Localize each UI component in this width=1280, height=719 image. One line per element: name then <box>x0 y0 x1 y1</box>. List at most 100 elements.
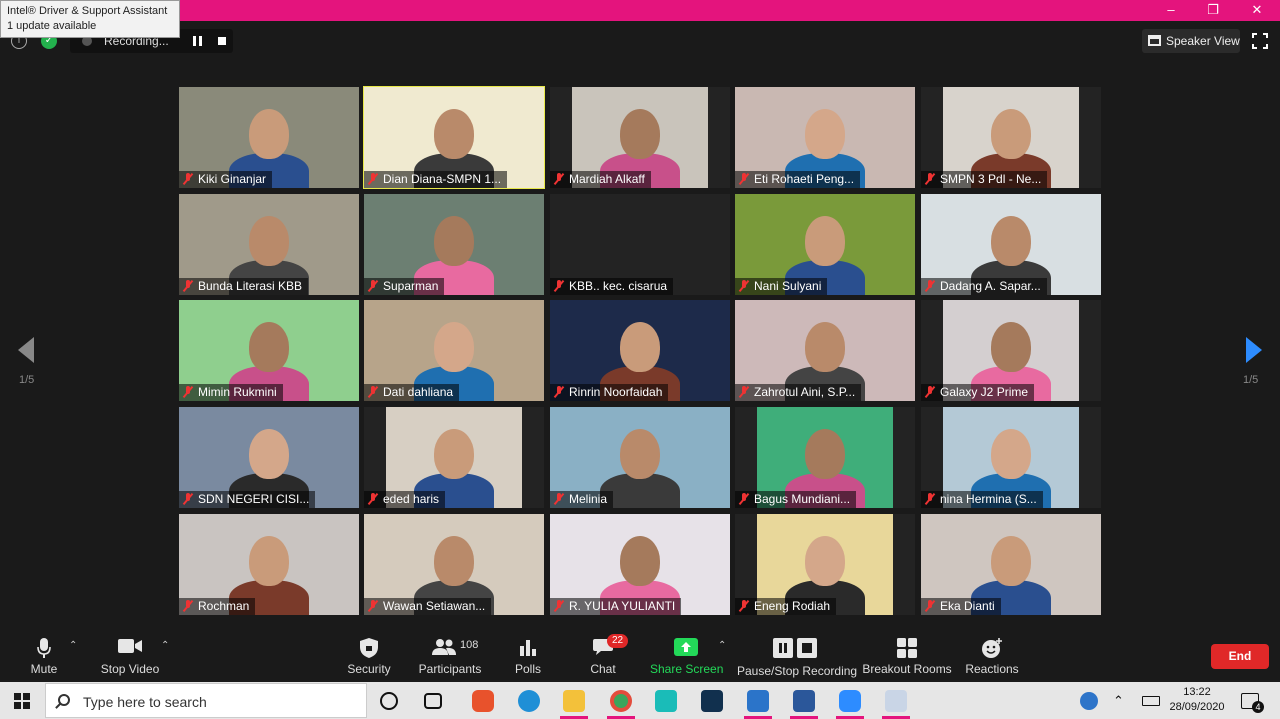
participant-video-tile[interactable]: Rochman <box>179 514 359 615</box>
close-button[interactable]: ✕ <box>1234 0 1280 21</box>
edge-browser-icon[interactable] <box>518 690 540 712</box>
breakout-rooms-button[interactable]: Breakout Rooms <box>862 626 952 682</box>
participant-name-label: Rochman <box>179 598 256 615</box>
participants-icon <box>432 639 456 655</box>
chat-label: Chat <box>590 662 616 676</box>
show-hidden-icons-chevron-icon[interactable]: ⌃ <box>1113 693 1127 708</box>
participant-video-tile[interactable]: Eneng Rodiah <box>735 514 915 615</box>
participant-video-tile[interactable]: Eka Dianti <box>921 514 1101 615</box>
muted-microphone-icon <box>367 280 379 292</box>
participant-name: Mimin Rukmini <box>198 385 277 399</box>
participant-video-tile[interactable]: Suparman <box>364 194 544 295</box>
participant-face <box>805 429 845 479</box>
file-explorer-icon[interactable] <box>563 690 585 712</box>
smiley-icon <box>982 638 1002 658</box>
end-meeting-button[interactable]: End <box>1211 644 1269 669</box>
participants-label: Participants <box>418 662 482 676</box>
pause-stop-icon <box>773 638 817 658</box>
participant-video-tile[interactable]: Rinrin Noorfaidah <box>550 300 730 401</box>
chat-button[interactable]: 22 Chat <box>580 626 629 682</box>
share-screen-button[interactable]: Share Screen <box>650 626 723 682</box>
participant-video-tile[interactable]: R. YULIA YULIANTI <box>550 514 730 615</box>
participant-video-tile[interactable]: Mardiah Alkaff <box>550 87 730 188</box>
participant-video-tile[interactable]: Eti Rohaeti Peng... <box>735 87 915 188</box>
paint-app-icon[interactable] <box>885 690 907 712</box>
previous-page-arrow-icon[interactable] <box>18 337 34 363</box>
muted-microphone-icon <box>182 386 194 398</box>
task-view-icon[interactable] <box>424 693 442 709</box>
chrome-browser-icon[interactable] <box>610 690 632 712</box>
mute-button[interactable]: Mute <box>18 626 70 682</box>
speaker-view-button[interactable]: Speaker View <box>1142 29 1240 53</box>
minimize-button[interactable]: – <box>1148 0 1194 21</box>
app-red-icon[interactable] <box>472 690 494 712</box>
participants-button[interactable]: 108 Participants <box>414 626 486 682</box>
participant-video-tile[interactable]: nina Hermina (S... <box>921 407 1101 508</box>
microsoft-word-icon[interactable] <box>793 690 815 712</box>
next-page-arrow-icon[interactable] <box>1246 337 1262 363</box>
pause-stop-recording-button[interactable]: Pause/Stop Recording <box>737 626 857 682</box>
taskbar-search-box[interactable]: Type here to search <box>45 683 367 718</box>
taskbar-clock[interactable]: 13:22 28/09/2020 <box>1162 685 1232 715</box>
security-button[interactable]: Security <box>340 626 398 682</box>
help-tray-icon[interactable] <box>1080 692 1098 710</box>
participant-video-tile[interactable]: eded haris <box>364 407 544 508</box>
participant-name: Zahrotul Aini, S.P... <box>754 385 856 399</box>
participant-video-tile[interactable]: Dian Diana-SMPN 1... <box>363 86 545 189</box>
polls-button[interactable]: Polls <box>505 626 551 682</box>
muted-microphone-icon <box>367 600 379 612</box>
zoom-app-icon[interactable] <box>839 690 861 712</box>
participant-face <box>249 109 289 159</box>
video-options-chevron-icon[interactable]: ⌃ <box>161 640 169 651</box>
stop-video-button[interactable]: Stop Video <box>95 626 165 682</box>
participant-video-tile[interactable]: Melinia <box>550 407 730 508</box>
participant-video-tile[interactable]: Wawan Setiawan... <box>364 514 544 615</box>
tiktok-app-icon[interactable] <box>655 690 677 712</box>
participant-face <box>620 109 660 159</box>
participant-face <box>991 536 1031 586</box>
participant-video-tile[interactable]: SMPN 3 Pdl - Ne... <box>921 87 1101 188</box>
participant-face <box>805 536 845 586</box>
photos-app-icon[interactable] <box>747 690 769 712</box>
participant-video-tile[interactable]: Mimin Rukmini <box>179 300 359 401</box>
participant-face <box>805 322 845 372</box>
participant-name-label: Melinia <box>550 491 614 508</box>
participant-video-tile[interactable]: Dadang A. Sapar... <box>921 194 1101 295</box>
participant-face <box>249 216 289 266</box>
participant-video-tile[interactable]: SDN NEGERI CISI... <box>179 407 359 508</box>
polls-chart-icon <box>520 640 536 656</box>
battery-icon[interactable] <box>1142 696 1160 706</box>
muted-microphone-icon <box>182 600 194 612</box>
participant-video-tile[interactable]: Zahrotul Aini, S.P... <box>735 300 915 401</box>
stop-video-label: Stop Video <box>100 662 160 676</box>
participant-video-tile[interactable]: Kiki Ginanjar <box>179 87 359 188</box>
pause-recording-icon[interactable] <box>193 36 202 46</box>
muted-microphone-icon <box>924 173 936 185</box>
participant-video-tile[interactable]: Dati dahliana <box>364 300 544 401</box>
participant-video-tile[interactable]: Nani Sulyani <box>735 194 915 295</box>
windows-start-icon[interactable] <box>14 693 30 709</box>
participant-name: Dati dahliana <box>383 385 454 399</box>
participant-face <box>991 322 1031 372</box>
intel-update-notification[interactable]: Intel® Driver & Support Assistant 1 upda… <box>0 0 180 38</box>
restore-button[interactable]: ❐ <box>1190 0 1236 21</box>
participant-name: Bunda Literasi KBB <box>198 279 303 293</box>
participant-video-tile[interactable]: Bagus Mundiani... <box>735 407 915 508</box>
audio-options-chevron-icon[interactable]: ⌃ <box>69 640 77 651</box>
muted-microphone-icon <box>553 280 565 292</box>
participant-video-tile[interactable]: Bunda Literasi KBB <box>179 194 359 295</box>
participant-name-label: nina Hermina (S... <box>921 491 1043 508</box>
participant-name: nina Hermina (S... <box>940 492 1037 506</box>
participant-name: SMPN 3 Pdl - Ne... <box>940 172 1042 186</box>
share-screen-icon <box>674 638 698 656</box>
muted-microphone-icon <box>924 493 936 505</box>
visual-studio-icon[interactable] <box>701 690 723 712</box>
muted-microphone-icon <box>738 386 750 398</box>
cortana-icon[interactable] <box>380 692 398 710</box>
participant-video-tile[interactable]: KBB.. kec. cisarua <box>550 194 730 295</box>
reactions-button[interactable]: Reactions <box>962 626 1022 682</box>
participant-video-tile[interactable]: Galaxy J2 Prime <box>921 300 1101 401</box>
share-options-chevron-icon[interactable]: ⌃ <box>718 640 726 651</box>
stop-recording-icon[interactable] <box>218 37 226 45</box>
fullscreen-icon[interactable] <box>1252 33 1268 49</box>
